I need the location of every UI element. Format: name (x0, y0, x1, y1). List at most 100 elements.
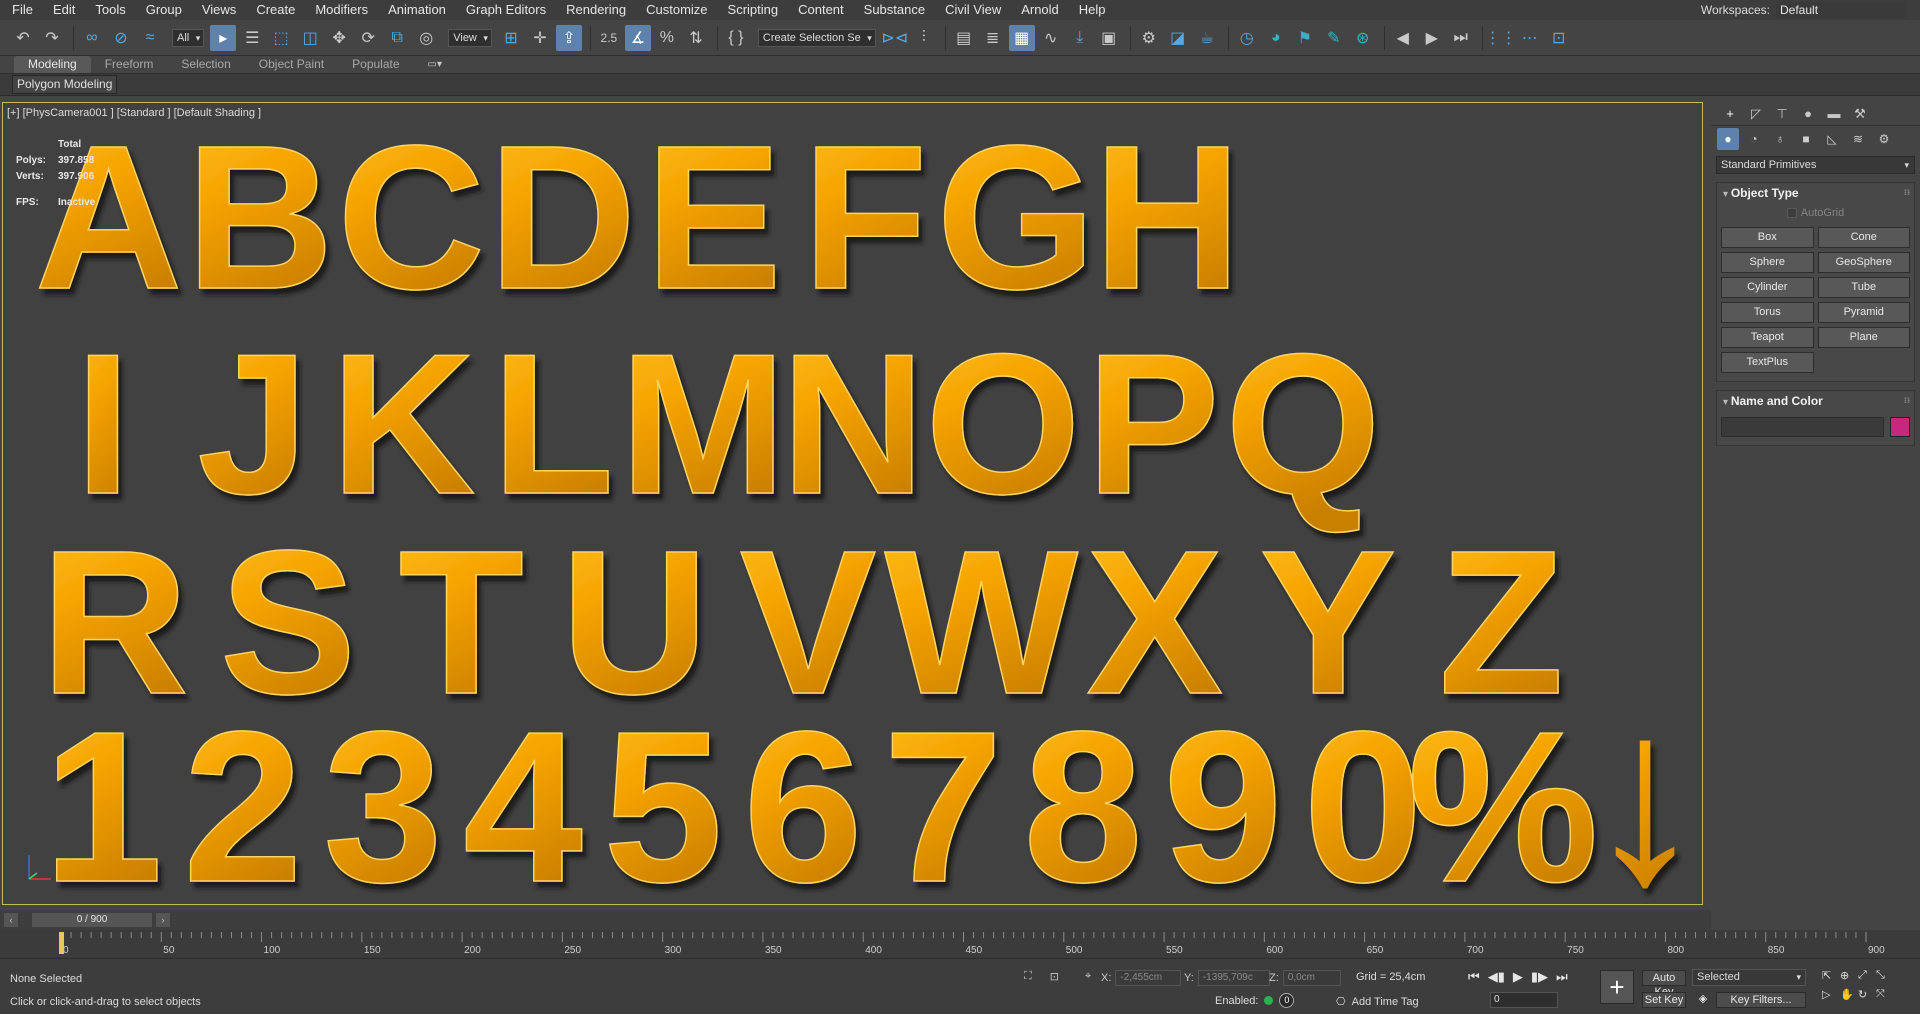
auto-key-button[interactable]: Auto Key (1642, 970, 1686, 998)
lock-selection-icon[interactable]: ⊡ (1050, 970, 1059, 983)
autogrid-checkbox[interactable]: AutoGrid (1717, 203, 1914, 223)
plane-button[interactable]: Plane (1817, 327, 1910, 348)
menu-content[interactable]: Content (788, 0, 854, 20)
rect-selection-region-icon[interactable]: ⬚ (268, 25, 294, 51)
ribbon-options-icon[interactable]: ▭▾ (428, 56, 442, 73)
measure-icon[interactable]: ✎ (1321, 25, 1347, 51)
field-of-view-icon[interactable]: ▷ (1822, 988, 1840, 1001)
scene-explorer-icon[interactable]: ▤ (951, 25, 977, 51)
key-mode-dropdown[interactable]: Selected (1692, 969, 1806, 986)
layer-explorer-icon[interactable]: ≣ (980, 25, 1006, 51)
mirror-icon[interactable]: ⊳⊲ (881, 25, 908, 51)
tab-selection[interactable]: Selection (167, 56, 244, 73)
menu-customize[interactable]: Customize (636, 0, 717, 20)
tube-button[interactable]: Tube (1817, 277, 1910, 298)
key-mode-icon[interactable]: ◈ (1695, 992, 1711, 1008)
z-field[interactable]: 0,0cm (1282, 970, 1341, 986)
pan-icon[interactable]: ✋ (1840, 988, 1858, 1001)
prev-frame-arrow-icon[interactable]: ‹ (4, 913, 18, 927)
redo-icon[interactable]: ↷ (39, 25, 65, 51)
menu-arnold[interactable]: Arnold (1011, 0, 1069, 20)
cylinder-button[interactable]: Cylinder (1721, 277, 1814, 298)
torus-button[interactable]: Torus (1721, 302, 1814, 323)
menu-substance[interactable]: Substance (854, 0, 935, 20)
menu-file[interactable]: File (0, 0, 43, 20)
tab-populate[interactable]: Populate (338, 56, 413, 73)
scale-icon[interactable]: ⧉ (384, 25, 410, 51)
menu-civil-view[interactable]: Civil View (935, 0, 1011, 20)
link-icon[interactable]: ∞ (79, 25, 105, 51)
select-by-name-icon[interactable]: ☰ (239, 25, 265, 51)
spinner-snap-icon[interactable]: ⇅ (683, 25, 709, 51)
workspaces-select[interactable]: Default (1776, 2, 1906, 18)
viewport-label[interactable]: [+] [PhysCamera001 ] [Standard ] [Defaul… (7, 107, 261, 119)
systems-icon[interactable]: ⚙ (1873, 128, 1895, 150)
tab-freeform[interactable]: Freeform (91, 56, 168, 73)
tab-object-paint[interactable]: Object Paint (245, 56, 338, 73)
select-object-icon[interactable]: ▸ (210, 24, 237, 51)
object-name-field[interactable] (1721, 417, 1884, 437)
textplus-button[interactable]: TextPlus (1721, 352, 1814, 373)
angle-snap-icon[interactable]: ∡ (624, 24, 651, 51)
render-production-icon[interactable]: ☕ (1194, 25, 1220, 51)
zoom-extents-icon[interactable]: ⤢ (1858, 969, 1876, 982)
a360-gallery-icon[interactable]: ◕ (1263, 25, 1289, 51)
menu-group[interactable]: Group (136, 0, 192, 20)
set-keys-icon[interactable]: + (1600, 970, 1634, 1004)
box-button[interactable]: Box (1721, 227, 1814, 248)
menu-scripting[interactable]: Scripting (718, 0, 789, 20)
modify-tab-icon[interactable]: ◸ (1743, 106, 1769, 122)
pivot-center-icon[interactable]: ⊞ (498, 25, 524, 51)
window-crossing-icon[interactable]: ◫ (297, 25, 323, 51)
menu-views[interactable]: Views (192, 0, 246, 20)
zoom-extents-all-icon[interactable]: ⤡ (1876, 969, 1894, 982)
go-to-end-icon[interactable]: ⏭ (1556, 969, 1568, 985)
network-icon[interactable]: ⊛ (1350, 25, 1376, 51)
undo-icon[interactable]: ↶ (10, 25, 36, 51)
current-frame-field[interactable]: 0 (1490, 992, 1558, 1008)
zoom-icon[interactable]: ⇱ (1822, 969, 1840, 982)
align-icon[interactable]: ⫶ (911, 25, 937, 51)
utilities-tab-icon[interactable]: ⚒ (1847, 106, 1873, 122)
zoom-all-icon[interactable]: ⊕ (1840, 969, 1858, 982)
reference-coordinate-dropdown[interactable]: View (448, 28, 492, 47)
sphere-button[interactable]: Sphere (1721, 252, 1814, 273)
enabled-dot-icon[interactable] (1264, 996, 1274, 1005)
menu-animation[interactable]: Animation (378, 0, 456, 20)
y-field[interactable]: -1395,709c (1197, 970, 1270, 986)
toggle-ribbon-icon[interactable]: ▦ (1008, 24, 1035, 51)
enabled-count[interactable]: 0 (1279, 993, 1295, 1008)
teapot-button[interactable]: Teapot (1721, 327, 1814, 348)
menu-modifiers[interactable]: Modifiers (305, 0, 378, 20)
percent-snap-icon[interactable]: % (654, 25, 680, 51)
grid-snap-icon[interactable]: ⋮⋮ (1485, 25, 1517, 51)
track-bar[interactable]: 0 50 100 150 200 250 300 350 400 450 500 550 600 650 7… (0, 930, 1920, 958)
dots-icon[interactable]: ⋯ (1517, 25, 1543, 51)
add-time-tag[interactable]: ⎔ Add Time Tag (1336, 995, 1419, 1009)
helpers-icon[interactable]: ◺ (1821, 128, 1843, 150)
rendered-frame-window-icon[interactable]: ◪ (1165, 25, 1191, 51)
named-selection-set-dropdown[interactable]: Create Selection Se (757, 28, 876, 47)
maximize-viewport-icon[interactable]: ⤧ (1876, 988, 1894, 1001)
menu-graph-editors[interactable]: Graph Editors (456, 0, 556, 20)
tab-modeling[interactable]: Modeling (14, 56, 91, 73)
container-icon[interactable]: ⊡ (1546, 25, 1572, 51)
time-slider[interactable]: 0 / 900 (32, 913, 152, 927)
go-to-start-icon[interactable]: ⏮ (1468, 969, 1480, 985)
keyboard-shortcut-override-icon[interactable]: ⇪ (555, 24, 582, 51)
unlink-icon[interactable]: ⊘ (108, 25, 134, 51)
schematic-view-icon[interactable]: ⤓ (1067, 25, 1093, 51)
polygon-modeling-button[interactable]: Polygon Modeling (12, 75, 118, 94)
menu-create[interactable]: Create (246, 0, 305, 20)
lights-icon[interactable]: ♁ (1769, 128, 1791, 150)
previous-frame-icon[interactable]: ◀▮ (1488, 969, 1505, 985)
snaps-toggle-icon[interactable]: 2.5 (596, 25, 622, 51)
place-icon[interactable]: ◎ (413, 25, 439, 51)
cone-button[interactable]: Cone (1817, 227, 1910, 248)
shapes-icon[interactable]: ◔ (1743, 128, 1765, 150)
autogrid-check[interactable] (1786, 208, 1797, 218)
menu-edit[interactable]: Edit (43, 0, 85, 20)
space-warps-icon[interactable]: ≋ (1847, 128, 1869, 150)
key-filters-button[interactable]: Key Filters... (1716, 992, 1806, 1008)
orbit-icon[interactable]: ↻ (1858, 988, 1876, 1001)
